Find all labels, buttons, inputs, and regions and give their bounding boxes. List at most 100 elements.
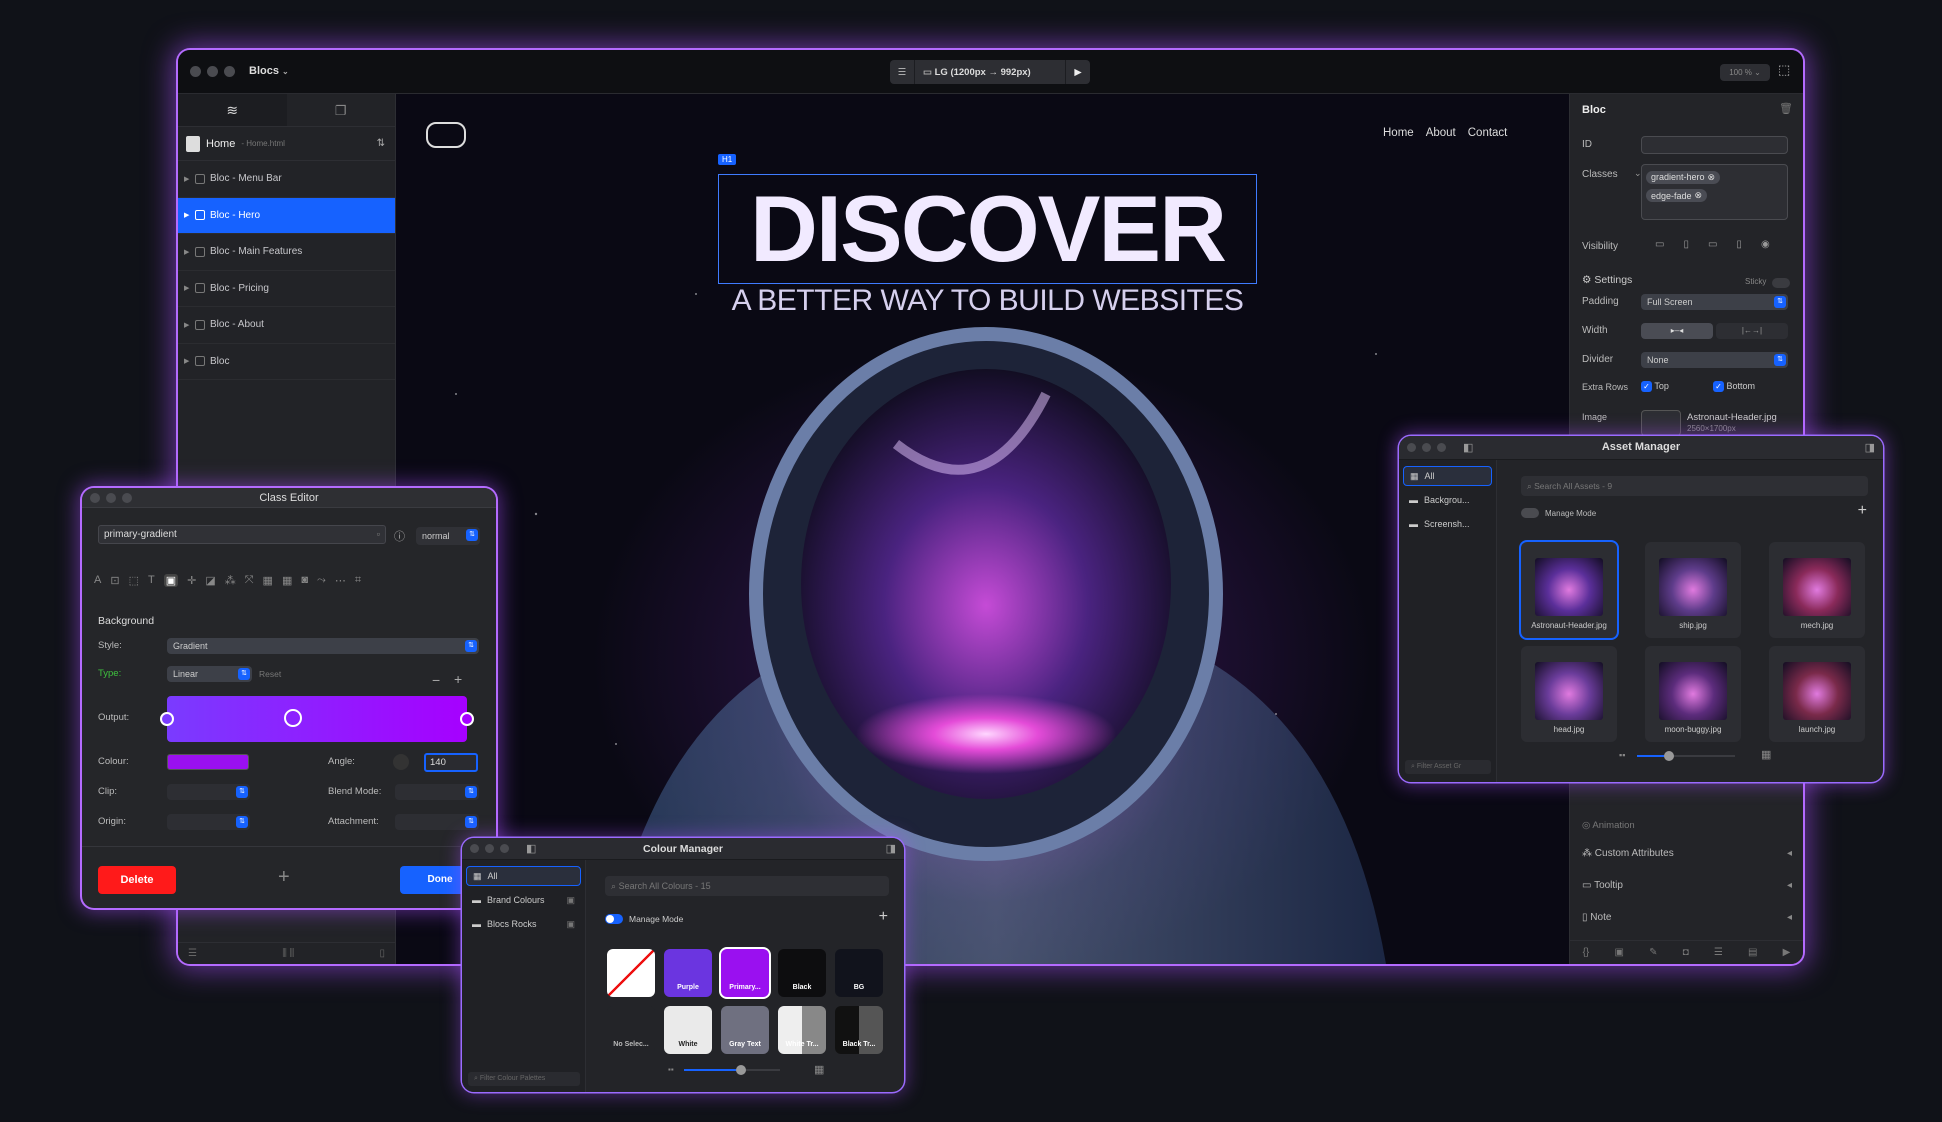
manage-mode-toggle[interactable] [605,914,623,924]
reset-link[interactable]: Reset [259,669,281,679]
trash-icon[interactable]: ▯ [379,948,385,959]
palette-item[interactable]: ▦ All [466,866,581,886]
shadow-icon[interactable]: ◪ [205,574,215,587]
position-icon[interactable]: ✛ [187,574,196,587]
palette-edit-icon[interactable]: ▣ [566,895,575,906]
window-controls[interactable] [90,493,132,503]
grid-icon[interactable]: ▦ [263,574,273,587]
phone-icon[interactable]: ▯ [1736,239,1742,250]
disclosure-triangle-icon[interactable]: ▶ [184,211,190,219]
viewport-selector[interactable]: ▭ LG (1200px → 992px) [915,67,1065,78]
code-icon[interactable]: {} [1583,947,1590,958]
typography-icon[interactable]: A [94,574,101,587]
text-icon[interactable]: T [148,574,155,587]
disclosure-triangle-icon[interactable]: ▶ [184,175,190,183]
box-icon[interactable]: ◘ [1683,947,1689,958]
palette-edit-icon[interactable]: ▣ [566,919,575,930]
asset-group-item[interactable]: ▬ Screensh... [1403,514,1492,534]
nav-link-contact[interactable]: Contact [1468,127,1508,139]
mask-icon[interactable]: ◙ [301,574,308,587]
palette-item[interactable]: ▬ Blocs Rocks ▣ [466,914,581,934]
tree-row[interactable]: ▶ Bloc - Menu Bar [178,161,395,198]
tree-row[interactable]: ▶ Bloc [178,344,395,380]
lock-icon[interactable]: ▫ [377,529,380,539]
classes-field[interactable]: gradient-hero ⊗ edge-fade ⊗ [1641,164,1788,220]
border-icon[interactable]: ⊡ [110,574,119,587]
doc-icon[interactable]: ▤ [1748,947,1757,958]
zoom-select[interactable]: 100 % ⌄ [1720,64,1770,81]
colour-swatch[interactable] [607,949,655,997]
asset-group-item[interactable]: ▦ All [1403,466,1492,486]
animation-row[interactable]: ◎ Animation [1582,820,1792,831]
background-icon[interactable]: ▣ [163,574,179,587]
colour-swatch[interactable]: Black Tr... [835,1006,883,1054]
panel-toggle-icon[interactable]: ◨ [886,842,896,855]
clip-select[interactable]: ⇅ [167,784,250,800]
angle-input[interactable]: 140 [424,753,478,772]
pages-icon[interactable]: ❐ [287,94,396,126]
tree-row[interactable]: ▶ Bloc - Main Features [178,234,395,271]
design-canvas[interactable]: Home About Contact H1 DISCOVER A BETTER … [396,94,1569,964]
colour-swatch[interactable]: White [664,1006,712,1054]
disclosure-triangle-icon[interactable]: ▶ [184,357,190,365]
page-selector[interactable]: Home - Home.html ⇅ [178,127,395,161]
asset-group-item[interactable]: ▬ Backgrou... [1403,490,1492,510]
colour-swatch[interactable]: Gray Text [721,1006,769,1054]
angle-dial[interactable] [393,754,409,770]
custom-attributes-row[interactable]: ⁂ Custom Attributes ◂ [1582,848,1792,859]
type-select[interactable]: Linear ⇅ [167,666,252,682]
hero-subheadline[interactable]: A BETTER WAY TO BUILD WEBSITES [718,284,1257,318]
layers-icon[interactable]: ≋ [178,94,287,126]
remove-stop-button[interactable]: − [432,672,440,688]
colour-swatch[interactable]: No Selec... [607,1006,655,1054]
info-icon[interactable]: ⓘ [394,528,405,544]
image-icon[interactable]: ▣ [1614,947,1623,958]
gradient-stop-end[interactable] [460,712,474,726]
panel-toggle-icon[interactable]: ◨ [1865,441,1875,454]
colour-swatch[interactable]: BG [835,949,883,997]
columns-icon[interactable]: ⫼ ⫼ [282,948,294,959]
colour-swatch[interactable]: Primary... [721,949,769,997]
colour-swatch[interactable]: White Tr... [778,1006,826,1054]
width-full-button[interactable]: ▸–◂ [1641,323,1713,339]
asset-search-input[interactable]: ⌕ Search All Assets - 9 [1521,476,1868,496]
more-icon[interactable]: ⋯ [335,574,346,587]
transform-icon[interactable]: ⤧ [245,574,254,587]
tooltip-row[interactable]: ▭ Tooltip ◂ [1582,880,1792,891]
asset-tile[interactable]: moon-buggy.jpg [1645,646,1741,742]
asset-filter-input[interactable]: ⌕ Filter Asset Gr [1405,760,1491,774]
nav-link-about[interactable]: About [1426,127,1456,139]
image-thumbnail[interactable] [1641,410,1681,436]
list-icon[interactable]: ☰ [1714,947,1723,958]
add-class-button[interactable]: + [278,866,290,889]
menu-icon[interactable]: ☰ [890,67,914,78]
spacing-icon[interactable]: ⬚ [129,574,139,587]
divider-select[interactable]: None ⇅ [1641,352,1788,368]
desktop-icon[interactable]: ▭ [1655,239,1664,250]
asset-tile[interactable]: ship.jpg [1645,542,1741,638]
palette-filter-input[interactable]: ⌕ Filter Colour Palettes [468,1072,580,1086]
blend-mode-select[interactable]: ⇅ [395,784,479,800]
add-colour-icon[interactable]: + [879,908,888,926]
asset-tile[interactable]: launch.jpg [1769,646,1865,742]
gradient-midpoint[interactable] [284,709,302,727]
brush-icon[interactable]: ✎ [1649,947,1657,958]
disclosure-triangle-icon[interactable]: ▶ [184,284,190,292]
colour-swatch[interactable] [167,754,249,770]
gradient-preview[interactable] [167,696,467,742]
attachment-select[interactable]: ⇅ [395,814,479,830]
disclosure-triangle-icon[interactable]: ▶ [184,321,190,329]
delete-button[interactable]: Delete [98,866,176,894]
colour-search-input[interactable]: ⌕ Search All Colours - 15 [605,876,889,896]
manage-mode-toggle[interactable] [1521,508,1539,518]
colour-swatch[interactable]: Black [778,949,826,997]
project-menu[interactable]: Blocs ⌄ [249,65,289,77]
padding-select[interactable]: Full Screen ⇅ [1641,294,1788,310]
palette-item[interactable]: ▬ Brand Colours ▣ [466,890,581,910]
code-icon[interactable]: ⌗ [355,574,361,587]
id-input[interactable] [1641,136,1788,154]
class-tag-edge-fade[interactable]: edge-fade ⊗ [1646,189,1708,202]
add-asset-icon[interactable]: + [1858,502,1867,520]
animation-icon[interactable]: ⤳ [317,574,326,587]
trash-icon[interactable]: 🗑 [1779,102,1793,115]
